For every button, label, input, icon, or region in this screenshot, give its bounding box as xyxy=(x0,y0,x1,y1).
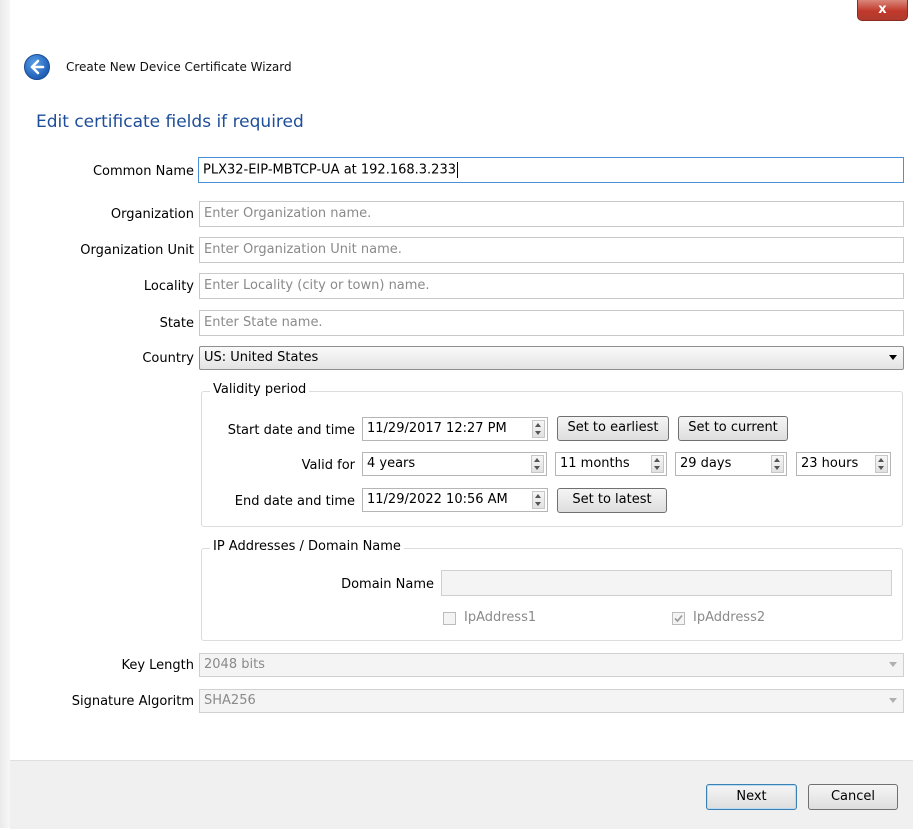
domain-name-input[interactable] xyxy=(441,570,892,596)
back-button[interactable] xyxy=(24,54,50,80)
organization-unit-input[interactable]: Enter Organization Unit name. xyxy=(199,237,904,263)
valid-days-stepper[interactable]: 29 days xyxy=(675,452,787,476)
valid-for-label: Valid for xyxy=(301,458,355,473)
organization-unit-label: Organization Unit xyxy=(80,243,194,258)
key-length-label: Key Length xyxy=(121,658,194,673)
cancel-button[interactable]: Cancel xyxy=(808,784,898,810)
valid-months-value: 11 months xyxy=(560,456,630,471)
valid-days-value: 29 days xyxy=(680,456,732,471)
locality-input[interactable]: Enter Locality (city or town) name. xyxy=(199,273,904,299)
organization-input[interactable]: Enter Organization name. xyxy=(199,201,904,227)
ipaddress2-checkbox[interactable] xyxy=(672,612,685,625)
set-to-current-button[interactable]: Set to current xyxy=(678,416,788,441)
spin-arrows-icon[interactable] xyxy=(531,455,544,473)
check-icon xyxy=(674,614,683,623)
ipaddress1-checkbox[interactable] xyxy=(443,612,456,625)
valid-years-value: 4 years xyxy=(367,456,416,471)
text-caret xyxy=(457,162,458,178)
chevron-down-icon xyxy=(889,662,897,667)
wizard-title: Create New Device Certificate Wizard xyxy=(66,60,292,74)
valid-years-stepper[interactable]: 4 years xyxy=(362,452,547,476)
organization-unit-placeholder: Enter Organization Unit name. xyxy=(204,242,402,257)
validity-period-title: Validity period xyxy=(210,382,310,397)
start-date-value: 11/29/2017 12:27 PM xyxy=(367,421,507,436)
domain-name-label: Domain Name xyxy=(341,577,434,592)
organization-placeholder: Enter Organization name. xyxy=(204,206,372,221)
country-select[interactable]: US: United States xyxy=(199,346,904,370)
ipaddress1-label: IpAddress1 xyxy=(464,610,537,625)
state-placeholder: Enter State name. xyxy=(204,315,323,330)
locality-label: Locality xyxy=(143,279,194,294)
signature-algorithm-label: Signature Algoritm xyxy=(71,694,194,709)
end-date-label: End date and time xyxy=(234,494,355,509)
common-name-value: PLX32-EIP-MBTCP-UA at 192.168.3.233 xyxy=(203,162,456,178)
valid-hours-value: 23 hours xyxy=(801,456,859,471)
common-name-input[interactable]: PLX32-EIP-MBTCP-UA at 192.168.3.233 xyxy=(198,157,904,183)
signature-algorithm-value: SHA256 xyxy=(204,693,256,708)
set-to-earliest-button[interactable]: Set to earliest xyxy=(557,416,669,441)
country-value: US: United States xyxy=(204,350,319,365)
ip-addresses-title: IP Addresses / Domain Name xyxy=(210,539,404,554)
spin-arrows-icon[interactable] xyxy=(532,491,545,509)
set-to-latest-button[interactable]: Set to latest xyxy=(557,488,667,513)
end-date-value: 11/29/2022 10:56 AM xyxy=(367,492,508,507)
ipaddress2-label: IpAddress2 xyxy=(693,610,766,625)
spin-arrows-icon[interactable] xyxy=(875,455,888,473)
spin-arrows-icon[interactable] xyxy=(771,455,784,473)
chevron-down-icon xyxy=(889,355,897,360)
close-button[interactable]: x xyxy=(857,0,908,21)
organization-label: Organization xyxy=(110,207,194,222)
valid-hours-stepper[interactable]: 23 hours xyxy=(796,452,891,476)
state-input[interactable]: Enter State name. xyxy=(199,310,904,336)
spin-arrows-icon[interactable] xyxy=(651,455,664,473)
chevron-down-icon xyxy=(889,698,897,703)
start-date-label: Start date and time xyxy=(227,423,355,438)
key-length-select[interactable]: 2048 bits xyxy=(199,653,904,677)
window-border xyxy=(0,0,10,828)
start-date-picker[interactable]: 11/29/2017 12:27 PM xyxy=(362,417,548,441)
valid-months-stepper[interactable]: 11 months xyxy=(555,452,667,476)
next-button[interactable]: Next xyxy=(706,784,797,810)
back-arrow-icon xyxy=(30,59,45,75)
signature-algorithm-select[interactable]: SHA256 xyxy=(199,689,904,713)
state-label: State xyxy=(159,316,194,331)
common-name-label: Common Name xyxy=(92,164,194,179)
country-label: Country xyxy=(142,351,194,366)
page-heading: Edit certificate fields if required xyxy=(36,112,304,132)
locality-placeholder: Enter Locality (city or town) name. xyxy=(204,278,430,293)
wizard-window: x Create New Device Certificate Wizard E… xyxy=(0,0,913,829)
end-date-picker[interactable]: 11/29/2022 10:56 AM xyxy=(362,488,548,512)
close-icon: x xyxy=(878,2,887,17)
spin-arrows-icon[interactable] xyxy=(532,420,545,438)
key-length-value: 2048 bits xyxy=(204,657,265,672)
